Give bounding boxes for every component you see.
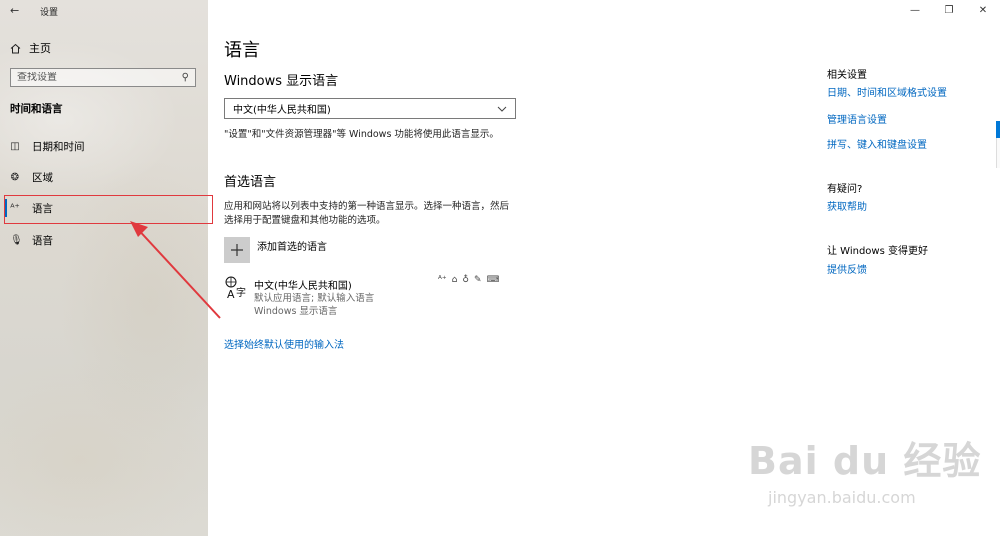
main-content: — ❐ ✕ 语言 Windows 显示语言 中文(中华人民共和国) "设置"和"… — [208, 0, 1000, 536]
search-box[interactable]: ⚲ — [10, 68, 196, 87]
preferred-languages-title: 首选语言 — [224, 175, 277, 190]
back-arrow-icon[interactable]: ← — [10, 4, 24, 18]
page-title: 语言 — [224, 40, 260, 61]
related-settings-heading: 相关设置 — [827, 70, 867, 81]
search-input[interactable] — [17, 72, 182, 83]
question-heading: 有疑问? — [827, 184, 863, 195]
window-controls: — ❐ ✕ — [898, 0, 1000, 20]
watermark-url: jingyan.baidu.com — [768, 488, 916, 507]
sidebar-item-label: 区域 — [32, 171, 53, 184]
close-button[interactable]: ✕ — [966, 0, 1000, 20]
watermark-logo: Bai du 经验 — [748, 439, 982, 483]
feedback-link[interactable]: 提供反馈 — [827, 261, 867, 276]
preferred-languages-desc: 应用和网站将以列表中支持的第一种语言显示。选择一种语言，然后选择用于配置键盘和其… — [224, 201, 510, 226]
keyboard-icon: ⌨ — [486, 275, 500, 285]
speech-bubble-icon: ⌂ — [451, 275, 458, 285]
calendar-clock-icon: ◫ — [10, 140, 20, 152]
language-detail: 默认应用语言; 默认输入语言 — [254, 293, 375, 304]
home-icon — [10, 43, 21, 53]
display-language-dropdown[interactable]: 中文(中华人民共和国) — [224, 98, 516, 119]
microphone-icon: ♁ — [462, 275, 469, 285]
display-language-title: Windows 显示语言 — [224, 74, 339, 89]
watermark: Bai du 经验 jingyan.baidu.com — [748, 430, 982, 507]
svg-text:字: 字 — [236, 286, 246, 299]
language-detail: Windows 显示语言 — [254, 306, 338, 317]
sidebar-item-label: 语音 — [32, 234, 53, 247]
plus-icon — [231, 244, 243, 256]
minimize-button[interactable]: — — [898, 0, 932, 20]
nav-home-label: 主页 — [29, 42, 51, 55]
annotation-arrow — [130, 221, 221, 319]
language-feature-icons: ᴬ⁺ ⌂ ♁ ✎ ⌨ — [438, 275, 500, 285]
window-title: 设置 — [40, 8, 59, 18]
get-help-link[interactable]: 获取帮助 — [827, 198, 867, 213]
sidebar-item-label: 日期和时间 — [32, 140, 85, 153]
add-language-label[interactable]: 添加首选的语言 — [257, 238, 327, 253]
handwriting-icon: ✎ — [473, 275, 482, 285]
feedback-heading: 让 Windows 变得更好 — [827, 246, 928, 257]
display-language-icon: ᴬ⁺ — [438, 275, 447, 285]
related-link-manage-language[interactable]: 管理语言设置 — [827, 111, 887, 126]
sidebar-item-date-time[interactable]: ◫ 日期和时间 — [10, 137, 200, 155]
scrollbar-thumb[interactable] — [996, 121, 1000, 138]
chevron-down-icon — [497, 106, 507, 112]
display-language-desc: "设置"和"文件资源管理器"等 Windows 功能将使用此语言显示。 — [224, 129, 499, 140]
search-icon[interactable]: ⚲ — [182, 72, 189, 83]
input-method-link[interactable]: 选择始终默认使用的输入法 — [224, 336, 344, 351]
sidebar-item-region[interactable]: ❂ 区域 — [10, 168, 200, 186]
dropdown-value: 中文(中华人民共和国) — [233, 105, 331, 116]
microphone-icon: 🎙︎ — [10, 234, 23, 246]
maximize-button[interactable]: ❐ — [932, 0, 966, 20]
related-link-spelling-keyboard[interactable]: 拼写、键入和键盘设置 — [827, 136, 927, 151]
section-title: 时间和语言 — [10, 103, 63, 115]
globe-region-icon: ❂ — [10, 171, 20, 183]
related-link-date-region[interactable]: 日期、时间和区域格式设置 — [827, 84, 947, 99]
nav-home[interactable]: 主页 — [10, 40, 51, 56]
scrollbar-track[interactable] — [996, 138, 1000, 168]
